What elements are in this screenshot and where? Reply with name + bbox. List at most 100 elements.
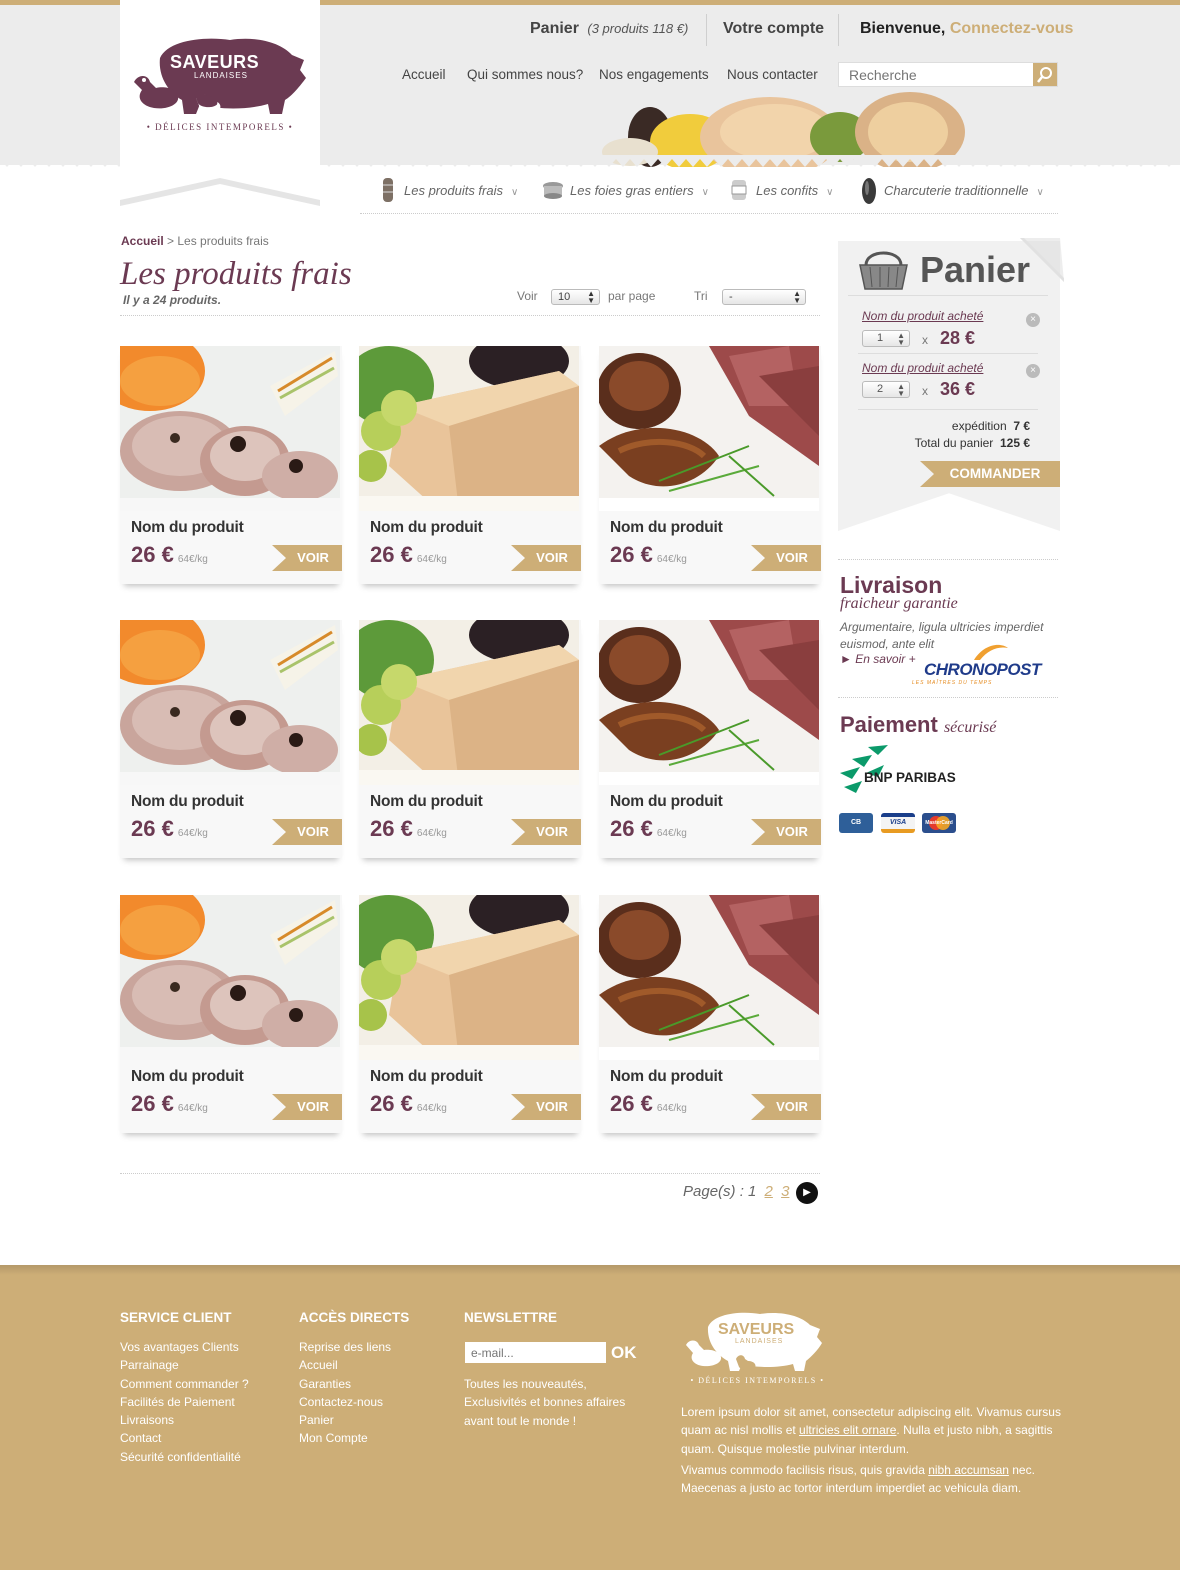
product-unit-price: 64€/kg bbox=[416, 1103, 447, 1114]
remove-item-button[interactable]: × bbox=[1026, 313, 1040, 327]
product-image[interactable] bbox=[359, 620, 579, 785]
product-image[interactable] bbox=[359, 346, 579, 511]
cb-card-icon: CB bbox=[839, 813, 873, 833]
product-card[interactable]: Nom du produit 26 €64€/kg VOIR bbox=[120, 895, 342, 1133]
product-name[interactable]: Nom du produit bbox=[370, 1068, 483, 1086]
page-3-link[interactable]: 3 bbox=[781, 1183, 789, 1200]
acces-directs-title: ACCÈS DIRECTS bbox=[299, 1310, 410, 1325]
nav-accueil[interactable]: Accueil bbox=[402, 67, 446, 82]
footer-inline-link[interactable]: ultricies elit ornare bbox=[799, 1423, 896, 1437]
footer-link[interactable]: Reprise des liens bbox=[299, 1338, 391, 1356]
header-cart-link[interactable]: Panier (3 produits 118 €) bbox=[530, 20, 688, 38]
product-image[interactable] bbox=[120, 895, 340, 1060]
divider bbox=[848, 295, 1048, 296]
product-price: 26 €64€/kg bbox=[131, 1091, 208, 1116]
connect-link[interactable]: Connectez-vous bbox=[950, 20, 1074, 37]
product-unit-price: 64€/kg bbox=[656, 828, 687, 839]
cart-item-qty[interactable]: 1 ▲ ▼ bbox=[862, 330, 910, 347]
product-card[interactable]: Nom du produit 26 €64€/kg VOIR bbox=[359, 346, 581, 584]
site-logo[interactable]: SAVEURS LANDAISES • Délices Intemporels … bbox=[120, 0, 320, 210]
remove-item-button[interactable]: × bbox=[1026, 364, 1040, 378]
service-client-title: SERVICE CLIENT bbox=[120, 1310, 232, 1325]
product-card[interactable]: Nom du produit 26 €64€/kg VOIR bbox=[599, 620, 821, 858]
product-name[interactable]: Nom du produit bbox=[131, 519, 244, 537]
updown-arrows-icon: ▲ ▼ bbox=[587, 289, 595, 305]
cart-item-name[interactable]: Nom du produit acheté bbox=[862, 361, 983, 375]
footer-link[interactable]: Vos avantages Clients bbox=[120, 1338, 249, 1356]
product-card[interactable]: Nom du produit 26 €64€/kg VOIR bbox=[599, 346, 821, 584]
footer-link[interactable]: Parrainage bbox=[120, 1356, 249, 1374]
voir-button[interactable]: VOIR bbox=[751, 1094, 821, 1120]
product-name[interactable]: Nom du produit bbox=[610, 1068, 723, 1086]
product-card[interactable]: Nom du produit 26 €64€/kg VOIR bbox=[120, 346, 342, 584]
breadcrumb-home[interactable]: Accueil bbox=[121, 234, 164, 248]
voir-button[interactable]: VOIR bbox=[272, 1094, 342, 1120]
per-page-select[interactable]: 10 ▲ ▼ bbox=[551, 289, 600, 305]
voir-button[interactable]: VOIR bbox=[511, 545, 581, 571]
footer-inline-link[interactable]: nibh accumsan bbox=[928, 1463, 1009, 1477]
voir-button[interactable]: VOIR bbox=[511, 819, 581, 845]
footer-shadow bbox=[0, 1265, 1180, 1275]
divider bbox=[858, 409, 1038, 410]
footer-link[interactable]: Livraisons bbox=[120, 1411, 249, 1429]
product-image[interactable] bbox=[120, 346, 340, 511]
search-button[interactable] bbox=[1033, 63, 1057, 86]
page-2-link[interactable]: 2 bbox=[765, 1183, 773, 1200]
category-confits[interactable]: Les confits ∨ bbox=[756, 183, 833, 198]
category-charcuterie[interactable]: Charcuterie traditionnelle ∨ bbox=[884, 183, 1044, 198]
duck-breast-photo bbox=[599, 346, 819, 511]
product-image[interactable] bbox=[120, 620, 340, 785]
nav-nous-contacter[interactable]: Nous contacter bbox=[727, 67, 818, 82]
sort-select[interactable]: - ▲ ▼ bbox=[722, 289, 806, 305]
nav-qui-sommes-nous[interactable]: Qui sommes nous? bbox=[467, 67, 583, 82]
nav-nos-engagements[interactable]: Nos engagements bbox=[599, 67, 709, 82]
footer-link[interactable]: Facilités de Paiement bbox=[120, 1393, 249, 1411]
footer-link[interactable]: Sécurité confidentialité bbox=[120, 1448, 249, 1466]
account-link[interactable]: Votre compte bbox=[723, 20, 824, 38]
product-name[interactable]: Nom du produit bbox=[131, 793, 244, 811]
footer-link[interactable]: Mon Compte bbox=[299, 1429, 391, 1447]
category-foies-gras[interactable]: Les foies gras entiers ∨ bbox=[570, 183, 709, 198]
cart-item-price: 36 € bbox=[940, 379, 976, 399]
header-cart-label: Panier bbox=[530, 20, 579, 37]
voir-button[interactable]: VOIR bbox=[751, 819, 821, 845]
product-card[interactable]: Nom du produit 26 €64€/kg VOIR bbox=[120, 620, 342, 858]
product-image[interactable] bbox=[359, 895, 579, 1060]
product-name[interactable]: Nom du produit bbox=[370, 793, 483, 811]
product-image[interactable] bbox=[599, 346, 819, 511]
footer-paragraph-1: Lorem ipsum dolor sit amet, consectetur … bbox=[681, 1405, 1061, 1456]
cart-item-qty[interactable]: 2 ▲ ▼ bbox=[862, 381, 910, 398]
search-input[interactable] bbox=[839, 63, 1034, 86]
voir-button[interactable]: VOIR bbox=[272, 545, 342, 571]
product-card[interactable]: Nom du produit 26 €64€/kg VOIR bbox=[599, 895, 821, 1133]
product-card[interactable]: Nom du produit 26 €64€/kg VOIR bbox=[359, 620, 581, 858]
product-name[interactable]: Nom du produit bbox=[610, 519, 723, 537]
chronopost-tagline: LES MAÎTRES DU TEMPS bbox=[912, 680, 993, 686]
footer-link[interactable]: Panier bbox=[299, 1411, 391, 1429]
product-image[interactable] bbox=[599, 895, 819, 1060]
order-button[interactable]: COMMANDER bbox=[920, 461, 1060, 487]
product-price: 26 €64€/kg bbox=[131, 816, 208, 841]
category-produits-frais[interactable]: Les produits frais ∨ bbox=[404, 183, 518, 198]
voir-button[interactable]: VOIR bbox=[272, 819, 342, 845]
cart-item-name[interactable]: Nom du produit acheté bbox=[862, 309, 983, 323]
en-savoir-plus-link[interactable]: ► En savoir + bbox=[840, 652, 916, 666]
footer-link[interactable]: Contactez-nous bbox=[299, 1393, 391, 1411]
shipping-row: expédition 7 € bbox=[951, 419, 1030, 433]
product-name[interactable]: Nom du produit bbox=[370, 519, 483, 537]
chevron-down-icon: ∨ bbox=[826, 187, 834, 198]
footer-link[interactable]: Garanties bbox=[299, 1375, 391, 1393]
product-card[interactable]: Nom du produit 26 €64€/kg VOIR bbox=[359, 895, 581, 1133]
newsletter-email-input[interactable] bbox=[465, 1342, 606, 1363]
footer-link[interactable]: Contact bbox=[120, 1429, 249, 1447]
newsletter-ok-button[interactable]: OK bbox=[611, 1343, 637, 1363]
footer-link[interactable]: Accueil bbox=[299, 1356, 391, 1374]
footer-link[interactable]: Comment commander ? bbox=[120, 1375, 249, 1393]
voir-button[interactable]: VOIR bbox=[751, 545, 821, 571]
voir-button[interactable]: VOIR bbox=[511, 1094, 581, 1120]
next-page-button[interactable]: ▶ bbox=[796, 1182, 818, 1204]
product-name[interactable]: Nom du produit bbox=[131, 1068, 244, 1086]
footer-logo[interactable]: SAVEURS LANDAISES • Délices Intemporels … bbox=[680, 1305, 835, 1390]
product-image[interactable] bbox=[599, 620, 819, 785]
product-name[interactable]: Nom du produit bbox=[610, 793, 723, 811]
